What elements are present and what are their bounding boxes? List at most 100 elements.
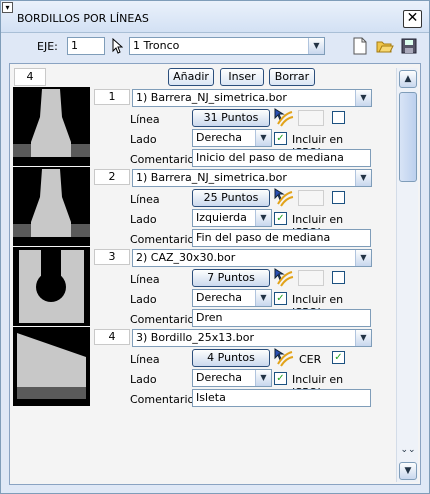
comment-input[interactable]: Fin del paso de mediana PK660 <box>192 229 371 260</box>
points-button[interactable]: 4 Puntos <box>192 349 270 367</box>
side-select[interactable]: Izquierda ▼ <box>192 209 272 227</box>
curb-row: 3 2) CAZ_30x30.bor ▼ Línea 7 Puntos Lado… <box>10 247 396 327</box>
row-index: 3 <box>94 249 130 265</box>
chevron-down-icon: ▼ <box>255 210 271 226</box>
include-checkbox[interactable]: ✓ <box>274 292 287 305</box>
chevron-down-icon: ▼ <box>255 290 271 306</box>
include-checkbox[interactable]: ✓ <box>274 372 287 385</box>
toolbar: EJE: 1 1 Tronco ▼ <box>1 33 429 63</box>
insert-button[interactable]: Inser <box>220 68 264 86</box>
curb-profile-thumbnail <box>13 327 90 406</box>
line-label: Línea <box>130 353 160 366</box>
pick-line-icon[interactable] <box>272 188 294 208</box>
curb-profile-thumbnail <box>13 247 90 326</box>
chevron-down-icon: ▼ <box>404 466 412 476</box>
curb-section-image <box>13 169 90 237</box>
drain-section-image <box>19 250 84 323</box>
chevron-down-icon: ▼ <box>355 330 371 346</box>
pin-icon[interactable]: ▾ <box>2 2 13 13</box>
axis-select[interactable]: 1 Tronco ▼ <box>129 37 325 55</box>
vertical-scrollbar[interactable]: ▲ ⌄⌄ ▼ <box>396 68 418 482</box>
curb-file-value: 1) Barrera_NJ_simetrica.bor <box>136 91 287 104</box>
pick-line-icon[interactable] <box>272 348 294 368</box>
pick-line-icon[interactable] <box>272 108 294 128</box>
curb-file-value: 3) Bordillo_25x13.bor <box>136 331 255 344</box>
comment-input[interactable]: Inicio del paso de mediana PK620 <box>192 149 371 180</box>
side-label: Lado <box>130 213 157 226</box>
scroll-to-bottom-button[interactable]: ⌄⌄ <box>399 442 417 460</box>
curbs-window: ▾ BORDILLOS POR LÍNEAS ✕ EJE: 1 1 Tronco… <box>0 0 430 494</box>
comment-label: Comentario <box>130 313 195 326</box>
extra-checkbox[interactable] <box>332 111 345 124</box>
chevron-down-icon: ▼ <box>355 90 371 106</box>
close-icon: ✕ <box>406 10 419 26</box>
curb-profile-thumbnail <box>13 87 90 166</box>
disabled-field <box>298 190 324 206</box>
side-value: Derecha <box>196 291 243 304</box>
cer-checkbox[interactable]: ✓ <box>332 351 345 364</box>
line-label: Línea <box>130 273 160 286</box>
extra-checkbox[interactable] <box>332 191 345 204</box>
curb-file-value: 2) CAZ_30x30.bor <box>136 251 236 264</box>
eje-label: EJE: <box>37 40 58 53</box>
comment-input[interactable]: Dren <box>192 309 371 327</box>
side-label: Lado <box>130 293 157 306</box>
chevron-down-icon: ▼ <box>355 250 371 266</box>
curb-section-image <box>13 89 90 157</box>
close-button[interactable]: ✕ <box>403 10 422 28</box>
comment-label: Comentario <box>130 233 195 246</box>
points-button[interactable]: 25 Puntos <box>192 189 270 207</box>
disabled-field <box>298 270 324 286</box>
chevron-down-icon: ▼ <box>255 370 271 386</box>
cer-label: CER <box>299 353 322 366</box>
side-select[interactable]: Derecha ▼ <box>192 289 272 307</box>
save-icon[interactable] <box>401 38 417 54</box>
side-value: Izquierda <box>196 211 247 224</box>
side-select[interactable]: Derecha ▼ <box>192 369 272 387</box>
side-select[interactable]: Derecha ▼ <box>192 129 272 147</box>
curb-row: 4 3) Bordillo_25x13.bor ▼ Línea 4 Puntos… <box>10 327 396 407</box>
curb-profile-thumbnail <box>13 167 90 246</box>
points-button[interactable]: 7 Puntos <box>192 269 270 287</box>
delete-button[interactable]: Borrar <box>269 68 315 86</box>
comment-input[interactable]: Isleta <box>192 389 371 407</box>
new-file-icon[interactable] <box>352 37 368 55</box>
side-label: Lado <box>130 373 157 386</box>
points-button[interactable]: 31 Puntos <box>192 109 270 127</box>
curb-section-image <box>17 333 86 399</box>
scroll-thumb[interactable] <box>399 92 417 182</box>
eje-input[interactable]: 1 <box>67 37 105 55</box>
cursor-pick-icon[interactable] <box>111 38 123 54</box>
row-index: 1 <box>94 89 130 105</box>
chevron-down-icon: ▼ <box>308 38 324 54</box>
chevron-up-icon: ▲ <box>404 74 412 84</box>
curb-file-select[interactable]: 2) CAZ_30x30.bor ▼ <box>132 249 372 267</box>
axis-select-value: 1 Tronco <box>133 39 180 52</box>
curb-file-select[interactable]: 1) Barrera_NJ_simetrica.bor ▼ <box>132 169 372 187</box>
pick-line-icon[interactable] <box>272 268 294 288</box>
line-label: Línea <box>130 113 160 126</box>
row-index: 2 <box>94 169 130 185</box>
curb-file-value: 1) Barrera_NJ_simetrica.bor <box>136 171 287 184</box>
scroll-down-button[interactable]: ▼ <box>399 462 417 480</box>
comment-label: Comentario <box>130 393 195 406</box>
include-checkbox[interactable]: ✓ <box>274 212 287 225</box>
side-label: Lado <box>130 133 157 146</box>
chevron-down-icon: ▼ <box>255 130 271 146</box>
double-chevron-down-icon: ⌄⌄ <box>400 445 416 455</box>
curb-file-select[interactable]: 3) Bordillo_25x13.bor ▼ <box>132 329 372 347</box>
chevron-down-icon: ▼ <box>355 170 371 186</box>
add-button[interactable]: Añadir <box>168 68 214 86</box>
curb-file-select[interactable]: 1) Barrera_NJ_simetrica.bor ▼ <box>132 89 372 107</box>
curbs-panel: 4 Añadir Inser Borrar 1 1) Barrera_NJ_si… <box>9 63 421 485</box>
scroll-up-button[interactable]: ▲ <box>399 70 417 88</box>
open-folder-icon[interactable] <box>376 38 394 54</box>
line-label: Línea <box>130 193 160 206</box>
window-title: BORDILLOS POR LÍNEAS <box>17 12 149 25</box>
curb-row: 2 1) Barrera_NJ_simetrica.bor ▼ Línea 25… <box>10 167 396 260</box>
row-count: 4 <box>14 68 46 86</box>
extra-checkbox[interactable] <box>332 271 345 284</box>
include-checkbox[interactable]: ✓ <box>274 132 287 145</box>
side-value: Derecha <box>196 131 243 144</box>
comment-label: Comentario <box>130 153 195 166</box>
